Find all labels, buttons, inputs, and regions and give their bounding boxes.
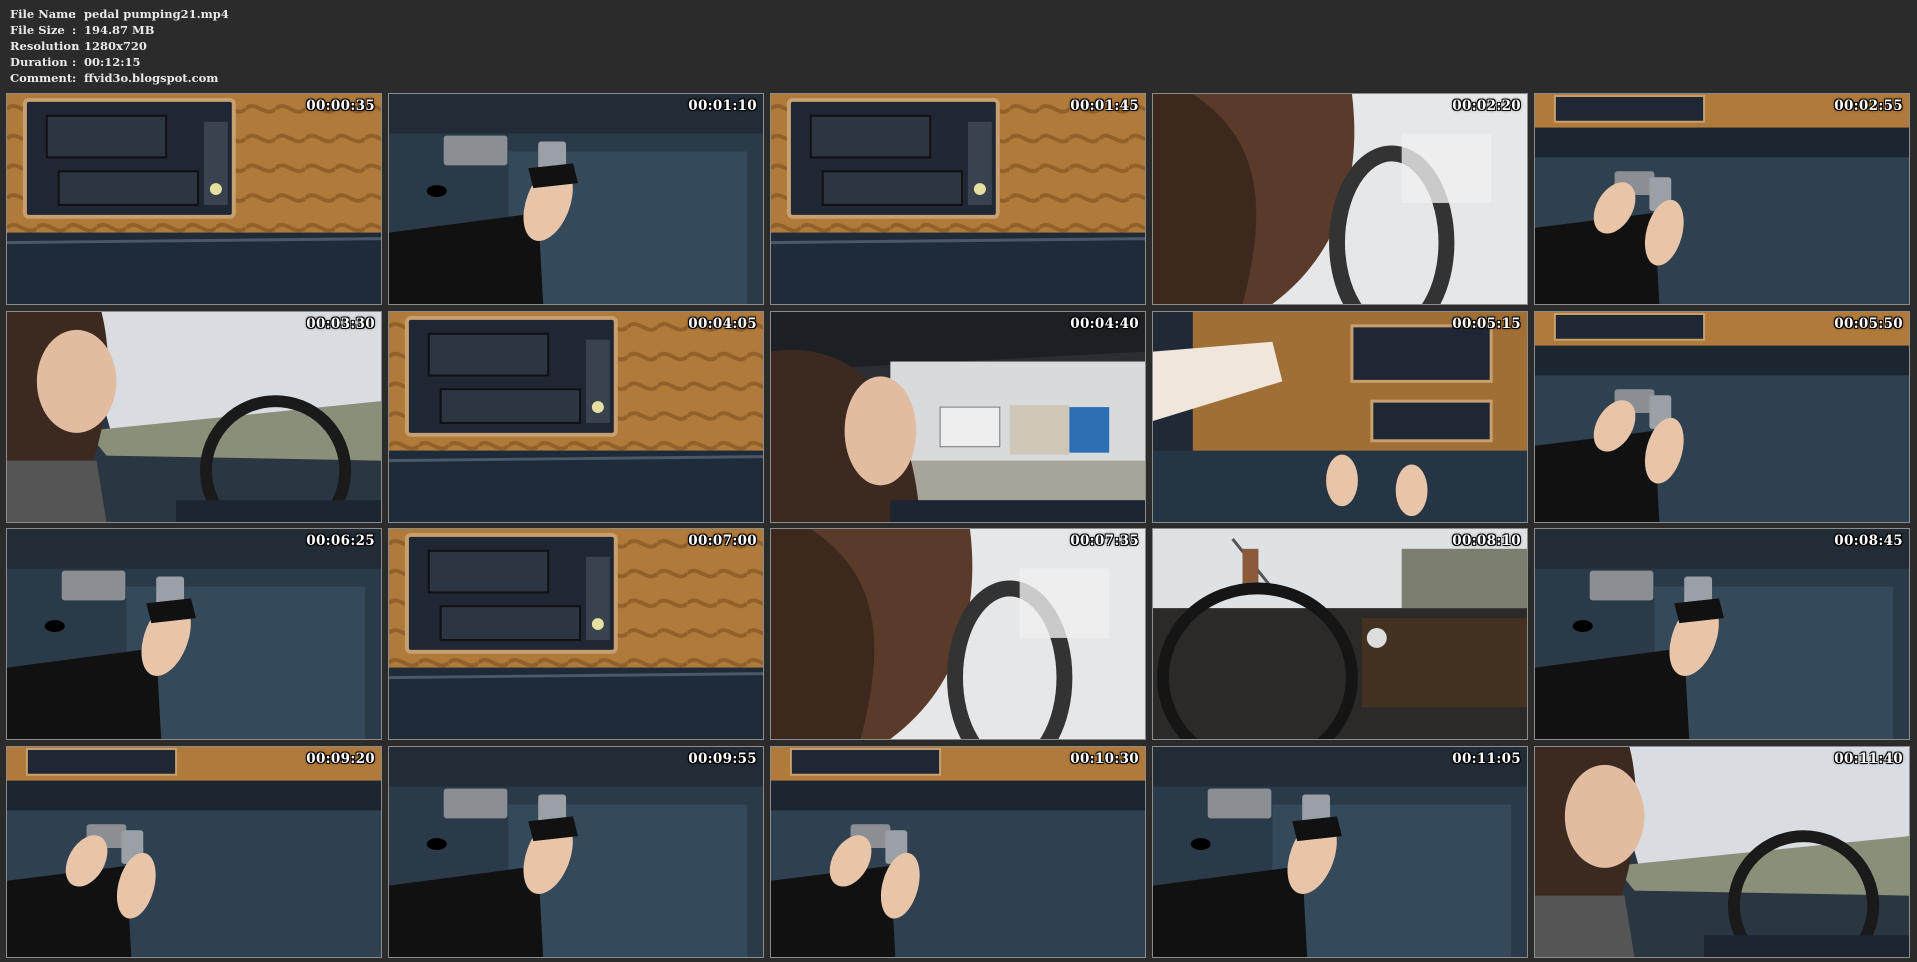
file-size-value: 194.87 MB bbox=[84, 23, 155, 37]
video-thumbnail: 00:02:55 bbox=[1534, 93, 1910, 305]
thumbnail-timestamp: 00:04:40 bbox=[1070, 316, 1139, 332]
thumbnail-image bbox=[7, 747, 381, 957]
video-thumbnail: 00:05:50 bbox=[1534, 311, 1910, 523]
video-thumbnail: 00:03:30 bbox=[6, 311, 382, 523]
thumbnail-image bbox=[1535, 312, 1909, 522]
thumbnail-image bbox=[389, 747, 763, 957]
video-thumbnail: 00:02:20 bbox=[1152, 93, 1528, 305]
video-thumbnail: 00:07:35 bbox=[770, 528, 1146, 740]
thumbnail-image bbox=[1153, 747, 1527, 957]
thumbnail-timestamp: 00:08:45 bbox=[1834, 533, 1903, 549]
thumbnail-timestamp: 00:09:20 bbox=[306, 751, 375, 767]
thumbnail-image bbox=[771, 529, 1145, 739]
thumbnail-timestamp: 00:05:15 bbox=[1452, 316, 1521, 332]
video-thumbnail: 00:10:30 bbox=[770, 746, 1146, 958]
thumbnail-image bbox=[771, 312, 1145, 522]
thumbnail-image bbox=[7, 312, 381, 522]
thumbnail-timestamp: 00:10:30 bbox=[1070, 751, 1139, 767]
file-info-header: File Name : pedal pumping21.mp4 File Siz… bbox=[10, 6, 610, 88]
thumbnail-timestamp: 00:11:05 bbox=[1452, 751, 1521, 767]
comment-row: Comment : ffvid3o.blogspot.com bbox=[10, 70, 610, 86]
thumbnail-timestamp: 00:08:10 bbox=[1452, 533, 1521, 549]
comment-label: Comment bbox=[10, 71, 73, 85]
video-thumbnail: 00:11:40 bbox=[1534, 746, 1910, 958]
thumbnail-timestamp: 00:07:00 bbox=[688, 533, 757, 549]
thumbnail-timestamp: 00:07:35 bbox=[1070, 533, 1139, 549]
video-thumbnail: 00:05:15 bbox=[1152, 311, 1528, 523]
comment-value: ffvid3o.blogspot.com bbox=[84, 71, 219, 85]
thumbnail-image bbox=[389, 94, 763, 304]
video-thumbnail: 00:08:10 bbox=[1152, 528, 1528, 740]
file-size-separator: : bbox=[72, 23, 77, 37]
duration-value: 00:12:15 bbox=[84, 55, 141, 69]
thumbnail-timestamp: 00:01:45 bbox=[1070, 98, 1139, 114]
thumbnail-image bbox=[1535, 529, 1909, 739]
thumbnail-timestamp: 00:00:35 bbox=[306, 98, 375, 114]
thumbnail-timestamp: 00:01:10 bbox=[688, 98, 757, 114]
thumbnail-grid: 00:00:35 00:01:10 00:01:45 00:02:20 00:0… bbox=[6, 93, 1912, 958]
file-name-label: File Name bbox=[10, 7, 76, 21]
file-name-separator: : bbox=[72, 7, 77, 21]
video-thumbnail: 00:01:10 bbox=[388, 93, 764, 305]
video-thumbnail: 00:08:45 bbox=[1534, 528, 1910, 740]
thumbnail-timestamp: 00:03:30 bbox=[306, 316, 375, 332]
thumbnail-timestamp: 00:04:05 bbox=[688, 316, 757, 332]
file-name-value: pedal pumping21.mp4 bbox=[84, 7, 229, 21]
video-thumbnail: 00:09:20 bbox=[6, 746, 382, 958]
video-thumbnail: 00:06:25 bbox=[6, 528, 382, 740]
video-thumbnail: 00:00:35 bbox=[6, 93, 382, 305]
file-name-row: File Name : pedal pumping21.mp4 bbox=[10, 6, 610, 22]
thumbnail-image bbox=[389, 529, 763, 739]
video-thumbnail: 00:09:55 bbox=[388, 746, 764, 958]
thumbnail-image bbox=[1153, 312, 1527, 522]
thumbnail-image bbox=[771, 747, 1145, 957]
thumbnail-timestamp: 00:02:20 bbox=[1452, 98, 1521, 114]
thumbnail-timestamp: 00:02:55 bbox=[1834, 98, 1903, 114]
duration-label: Duration bbox=[10, 55, 68, 69]
thumbnail-image bbox=[1153, 529, 1527, 739]
resolution-separator: : bbox=[72, 39, 77, 53]
video-thumbnail: 00:04:05 bbox=[388, 311, 764, 523]
thumbnail-image bbox=[7, 529, 381, 739]
duration-separator: : bbox=[72, 55, 77, 69]
video-thumbnail: 00:11:05 bbox=[1152, 746, 1528, 958]
video-thumbnail: 00:01:45 bbox=[770, 93, 1146, 305]
thumbnail-image bbox=[7, 94, 381, 304]
resolution-row: Resolution : 1280x720 bbox=[10, 38, 610, 54]
thumbnail-timestamp: 00:05:50 bbox=[1834, 316, 1903, 332]
resolution-label: Resolution bbox=[10, 39, 80, 53]
comment-separator: : bbox=[72, 71, 77, 85]
file-size-label: File Size bbox=[10, 23, 65, 37]
thumbnail-image bbox=[1535, 747, 1909, 957]
file-size-row: File Size : 194.87 MB bbox=[10, 22, 610, 38]
thumbnail-image bbox=[771, 94, 1145, 304]
video-thumbnail: 00:07:00 bbox=[388, 528, 764, 740]
video-thumbnail: 00:04:40 bbox=[770, 311, 1146, 523]
resolution-value: 1280x720 bbox=[84, 39, 147, 53]
duration-row: Duration : 00:12:15 bbox=[10, 54, 610, 70]
thumbnail-image bbox=[1153, 94, 1527, 304]
thumbnail-timestamp: 00:11:40 bbox=[1834, 751, 1903, 767]
thumbnail-image bbox=[389, 312, 763, 522]
thumbnail-timestamp: 00:06:25 bbox=[306, 533, 375, 549]
thumbnail-image bbox=[1535, 94, 1909, 304]
thumbnail-timestamp: 00:09:55 bbox=[688, 751, 757, 767]
